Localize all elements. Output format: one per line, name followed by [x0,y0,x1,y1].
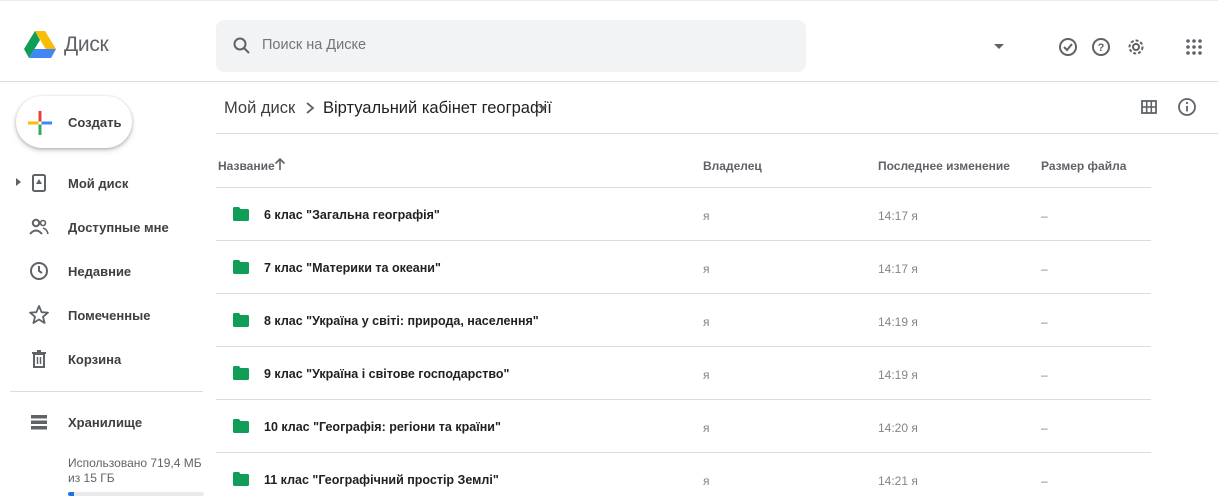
chevron-right-icon [306,102,315,114]
my-drive-icon [32,174,46,192]
top-bar: Диск ? [0,0,1218,82]
search-bar[interactable] [216,20,1004,72]
file-name: 6 клас "Загальна географія" [264,208,440,222]
folder-icon [233,313,249,327]
settings-gear-icon[interactable] [1125,36,1147,58]
storage-progress-bar [68,492,204,496]
sidebar-item-trash[interactable]: Корзина [0,339,210,379]
table-row[interactable]: 11 клас "Географічний простір Землі" я 1… [216,453,1151,499]
file-owner: я [703,262,710,276]
apps-grid-icon[interactable] [1183,36,1205,58]
column-header-owner[interactable]: Владелец [703,159,762,173]
clock-icon [30,262,48,280]
shared-people-icon [29,218,49,235]
create-button[interactable]: Создать [16,96,132,148]
sidebar-item-my-drive[interactable]: Мой диск [0,163,210,203]
sidebar-item-label: Хранилище [68,415,143,430]
folder-icon [233,207,249,221]
create-button-label: Создать [68,115,122,130]
sort-arrow-up-icon[interactable] [273,156,287,172]
file-owner: я [703,315,710,329]
column-header-name[interactable]: Название [218,159,275,173]
table-row[interactable]: 8 клас "Україна у світі: природа, населе… [216,294,1151,347]
breadcrumb-root-my-drive[interactable]: Мой диск [224,99,295,118]
storage-usage-text: Использовано 719,4 МБ из 15 ГБ [68,456,202,485]
file-modified: 14:17 я [878,209,918,223]
search-input[interactable] [262,37,742,53]
folder-icon [233,260,249,274]
folder-menu-caret-icon[interactable] [539,106,547,111]
sidebar-item-label: Недавние [68,264,132,279]
file-size: – [1041,474,1048,488]
offline-ready-icon[interactable] [1057,36,1079,58]
table-row[interactable]: 10 клас "Географія: регіони та країни" я… [216,400,1151,453]
folder-icon [233,366,249,380]
sidebar-divider [10,391,203,392]
file-owner: я [703,209,710,223]
sidebar-item-label: Мой диск [68,176,129,191]
table-header: Название Владелец Последнее изменение Ра… [216,134,1151,188]
file-size: – [1041,262,1048,276]
svg-text:?: ? [1098,42,1105,54]
file-modified: 14:19 я [878,315,918,329]
breadcrumb: Мой диск Віртуальний кабінет географії [216,82,1218,134]
search-options-caret-icon[interactable] [994,44,1004,49]
file-modified: 14:19 я [878,368,918,382]
file-modified: 14:17 я [878,262,918,276]
table-row[interactable]: 6 клас "Загальна географія" я 14:17 я – [216,188,1151,241]
file-size: – [1041,315,1048,329]
file-name: 9 клас "Україна і світове господарство" [264,367,510,381]
breadcrumb-current-folder[interactable]: Віртуальний кабінет географії [323,99,552,118]
star-icon [29,305,49,324]
storage-icon [31,415,47,430]
file-modified: 14:20 я [878,421,918,435]
file-modified: 14:21 я [878,474,918,488]
file-owner: я [703,368,710,382]
sidebar: Создать Мой диск Доступные мне Недавние … [0,82,215,499]
sidebar-item-starred[interactable]: Помеченные [0,295,210,335]
google-drive-logo-icon[interactable] [24,27,56,63]
sidebar-item-storage[interactable]: Хранилище [0,402,210,442]
sidebar-item-label: Корзина [68,352,122,367]
table-row[interactable]: 9 клас "Україна і світове господарство" … [216,347,1151,400]
search-icon[interactable] [232,36,252,56]
trash-icon [32,350,46,368]
plus-icon [28,111,52,135]
file-size: – [1041,421,1048,435]
help-icon[interactable]: ? [1090,36,1112,58]
file-owner: я [703,421,710,435]
sidebar-item-label: Помеченные [68,308,151,323]
file-size: – [1041,209,1048,223]
folder-icon [233,419,249,433]
table-row[interactable]: 7 клас "Материки та океани" я 14:17 я – [216,241,1151,294]
file-name: 7 клас "Материки та океани" [264,261,441,275]
file-owner: я [703,474,710,488]
file-list-table: Название Владелец Последнее изменение Ра… [216,134,1151,499]
sidebar-item-label: Доступные мне [68,220,169,235]
grid-view-icon[interactable] [1138,96,1160,118]
folder-icon [233,472,249,486]
file-name: 8 клас "Україна у світі: природа, населе… [264,314,539,328]
file-name: 11 клас "Географічний простір Землі" [264,473,499,487]
file-name: 10 клас "Географія: регіони та країни" [264,420,501,434]
column-header-file-size[interactable]: Размер файла [1041,159,1126,173]
expand-arrow-icon[interactable] [16,178,21,186]
app-name[interactable]: Диск [64,33,109,57]
sidebar-item-recent[interactable]: Недавние [0,251,210,291]
sidebar-item-shared-with-me[interactable]: Доступные мне [0,207,210,247]
info-icon[interactable] [1176,96,1198,118]
storage-progress-fill [68,492,75,496]
file-size: – [1041,368,1048,382]
column-header-last-modified[interactable]: Последнее изменение [878,159,1010,173]
